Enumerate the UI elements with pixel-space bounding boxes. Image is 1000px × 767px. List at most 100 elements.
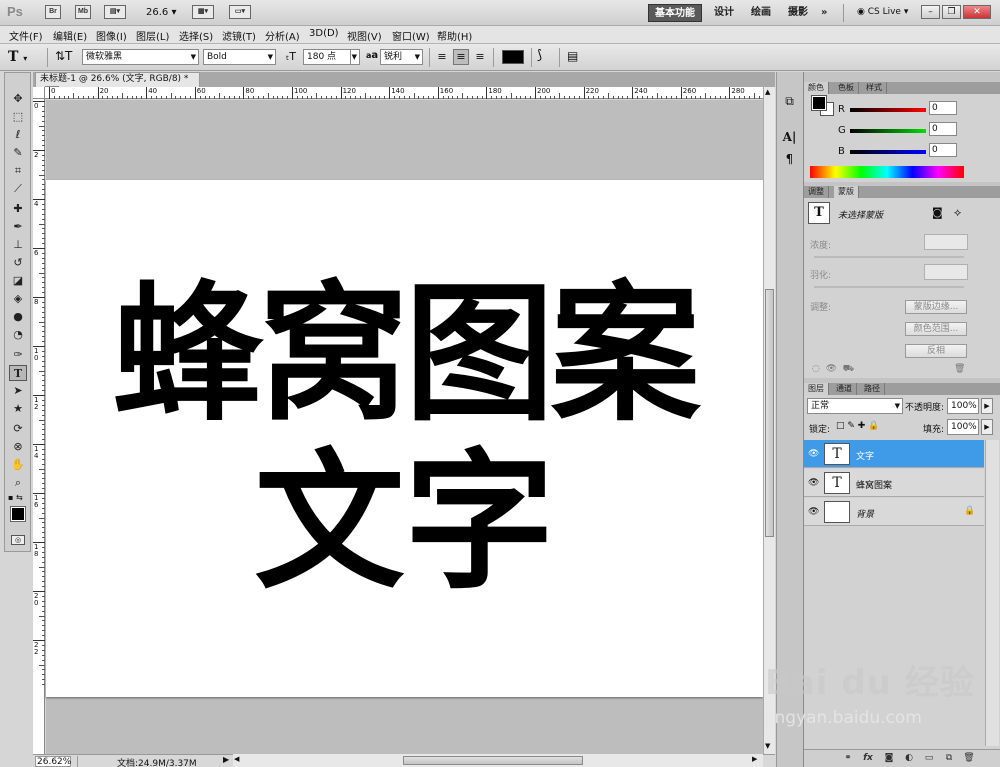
opacity-arrow-icon[interactable]: ▶ <box>981 398 993 414</box>
scroll-right-icon[interactable]: ▶ <box>752 755 757 763</box>
tab-adjustments[interactable]: 调整 <box>804 186 829 198</box>
type-tool-icon[interactable]: T <box>9 365 27 381</box>
tool-preset-icon[interactable]: T ▾ <box>8 49 27 65</box>
menu-filter[interactable]: 滤镜(T) <box>222 28 256 43</box>
crop-tool-icon[interactable]: ⌗ <box>9 163 27 179</box>
menu-window[interactable]: 窗口(W) <box>392 28 430 43</box>
view-extras-icon[interactable]: ▤▾ <box>104 5 126 19</box>
menu-layer[interactable]: 图层(L) <box>136 28 169 43</box>
workspace-painting[interactable]: 绘画 <box>745 4 777 22</box>
align-left-icon[interactable]: ≡ <box>434 49 450 65</box>
text-orientation-icon[interactable]: ⇅T <box>55 49 72 63</box>
history-panel-icon[interactable]: ⧉ <box>780 92 799 110</box>
more-workspaces-button[interactable]: » <box>815 4 833 22</box>
pen-tool-icon[interactable]: ✑ <box>9 347 27 363</box>
close-button[interactable]: ✕ <box>963 5 991 19</box>
blend-mode-select[interactable]: 正常 ▼ <box>807 398 903 414</box>
character-panel-icon[interactable]: A| <box>780 128 799 146</box>
document-canvas[interactable]: 蜂窝图案 文字 <box>46 180 763 697</box>
menu-file[interactable]: 文件(F) <box>9 28 43 43</box>
quick-select-tool-icon[interactable]: ✎ <box>9 145 27 161</box>
channel-g-slider[interactable] <box>850 129 926 133</box>
pixel-mask-icon[interactable]: ◙ <box>932 206 943 219</box>
document-tab[interactable]: 未标题-1 @ 26.6% (文字, RGB/8) * ✕ <box>35 72 200 98</box>
canvas-text-line-2[interactable]: 文字 <box>46 448 763 598</box>
arrange-documents-icon[interactable]: ▦▾ <box>192 5 214 19</box>
tab-channels[interactable]: 通道 <box>832 383 857 395</box>
move-tool-icon[interactable]: ✥ <box>9 91 27 107</box>
zoom-level-dropdown[interactable]: 26.6 ▾ <box>146 7 176 18</box>
layer-row-text[interactable]: 👁 T 文字 <box>804 440 984 468</box>
antialias-select[interactable]: 锐利 ▼ <box>380 49 423 65</box>
menu-3d[interactable]: 3D(D) <box>309 28 339 39</box>
restore-button[interactable]: ❐ <box>942 5 961 19</box>
3d-orbit-tool-icon[interactable]: ⊗ <box>9 439 27 455</box>
shape-tool-icon[interactable]: ★ <box>9 401 27 417</box>
channel-b-slider[interactable] <box>850 150 926 154</box>
visibility-eye-icon[interactable]: 👁 <box>808 478 819 488</box>
density-slider[interactable] <box>814 256 964 258</box>
text-color-swatch[interactable] <box>502 50 524 64</box>
warp-text-icon[interactable]: ⟆ <box>537 48 542 63</box>
paragraph-panel-icon[interactable]: ¶ <box>780 150 799 168</box>
opacity-input[interactable]: 100% <box>947 398 979 414</box>
feather-field[interactable] <box>924 264 968 280</box>
tab-paths[interactable]: 路径 <box>860 383 885 395</box>
channel-b-value[interactable]: 0 <box>929 143 957 157</box>
menu-image[interactable]: 图像(I) <box>96 28 127 43</box>
layer-row-background[interactable]: 👁 背景 🔒 <box>804 498 984 526</box>
status-zoom-field[interactable]: 26.62% <box>35 756 71 767</box>
mask-footer-icons[interactable]: ◌ 👁 ⛟ <box>812 364 854 375</box>
lasso-tool-icon[interactable]: ℓ <box>9 127 27 143</box>
menu-analysis[interactable]: 分析(A) <box>265 28 300 43</box>
menu-select[interactable]: 选择(S) <box>179 28 213 43</box>
visibility-eye-icon[interactable]: 👁 <box>808 507 819 517</box>
tab-swatches[interactable]: 色板 <box>834 82 859 94</box>
horizontal-ruler[interactable]: 0 20 40 60 80 100 120 140 160 180 200 220 240 260 280 <box>45 87 775 99</box>
default-colors-icon[interactable]: ▪ ⇆ <box>8 493 23 502</box>
dodge-tool-icon[interactable]: ◔ <box>9 327 27 343</box>
density-field[interactable] <box>924 234 968 250</box>
character-panel-icon[interactable]: ▤ <box>567 49 578 63</box>
horizontal-scrollbar[interactable]: ◀ ▶ <box>233 754 763 767</box>
foreground-color-swatch[interactable] <box>10 506 26 522</box>
scroll-left-icon[interactable]: ◀ <box>234 755 239 763</box>
lock-icons[interactable]: □ ✎ ✚ 🔒 <box>836 421 879 431</box>
bridge-icon[interactable]: Br <box>45 5 61 19</box>
zoom-tool-icon[interactable]: ⌕ <box>9 475 27 491</box>
menu-view[interactable]: 视图(V) <box>347 28 382 43</box>
horizontal-scroll-thumb[interactable] <box>403 756 583 765</box>
invert-button[interactable]: 反相 <box>905 344 967 358</box>
paint-bucket-tool-icon[interactable]: ◈ <box>9 291 27 307</box>
hand-tool-icon[interactable]: ✋ <box>9 457 27 473</box>
tab-color[interactable]: 颜色 <box>804 82 829 94</box>
minimize-button[interactable]: – <box>921 5 940 19</box>
history-brush-tool-icon[interactable]: ↺ <box>9 255 27 271</box>
visibility-eye-icon[interactable]: 👁 <box>808 449 819 459</box>
fill-arrow-icon[interactable]: ▶ <box>981 419 993 435</box>
ruler-origin[interactable] <box>33 87 45 99</box>
marquee-tool-icon[interactable]: ⬚ <box>9 109 27 125</box>
channel-r-value[interactable]: 0 <box>929 101 957 115</box>
workspace-photography[interactable]: 摄影 <box>782 4 814 22</box>
tab-styles[interactable]: 样式 <box>862 82 887 94</box>
delete-mask-icon[interactable]: 🗑 <box>954 364 965 374</box>
healing-brush-tool-icon[interactable]: ✚ <box>9 201 27 217</box>
channel-g-value[interactable]: 0 <box>929 122 957 136</box>
path-select-tool-icon[interactable]: ➤ <box>9 383 27 399</box>
channel-r-slider[interactable] <box>850 108 926 112</box>
scroll-up-icon[interactable]: ▲ <box>765 88 770 96</box>
canvas-text-line-1[interactable]: 蜂窝图案 <box>46 280 763 430</box>
mask-edge-button[interactable]: 蒙版边缘... <box>905 300 967 314</box>
minibridge-icon[interactable]: Mb <box>75 5 91 19</box>
fill-input[interactable]: 100% <box>947 419 979 435</box>
font-size-input[interactable]: 180 点 ▼ <box>303 49 360 65</box>
vector-mask-icon[interactable]: ⟡ <box>954 206 961 220</box>
tab-masks[interactable]: 蒙版 <box>834 186 859 198</box>
color-range-button[interactable]: 颜色范围... <box>905 322 967 336</box>
stamp-tool-icon[interactable]: ⊥ <box>9 237 27 253</box>
quick-mask-icon[interactable]: ◎ <box>11 535 25 545</box>
menu-help[interactable]: 帮助(H) <box>437 28 472 43</box>
color-spectrum-bar[interactable] <box>810 166 964 178</box>
font-family-select[interactable]: 微软雅黑 ▼ <box>82 49 199 65</box>
